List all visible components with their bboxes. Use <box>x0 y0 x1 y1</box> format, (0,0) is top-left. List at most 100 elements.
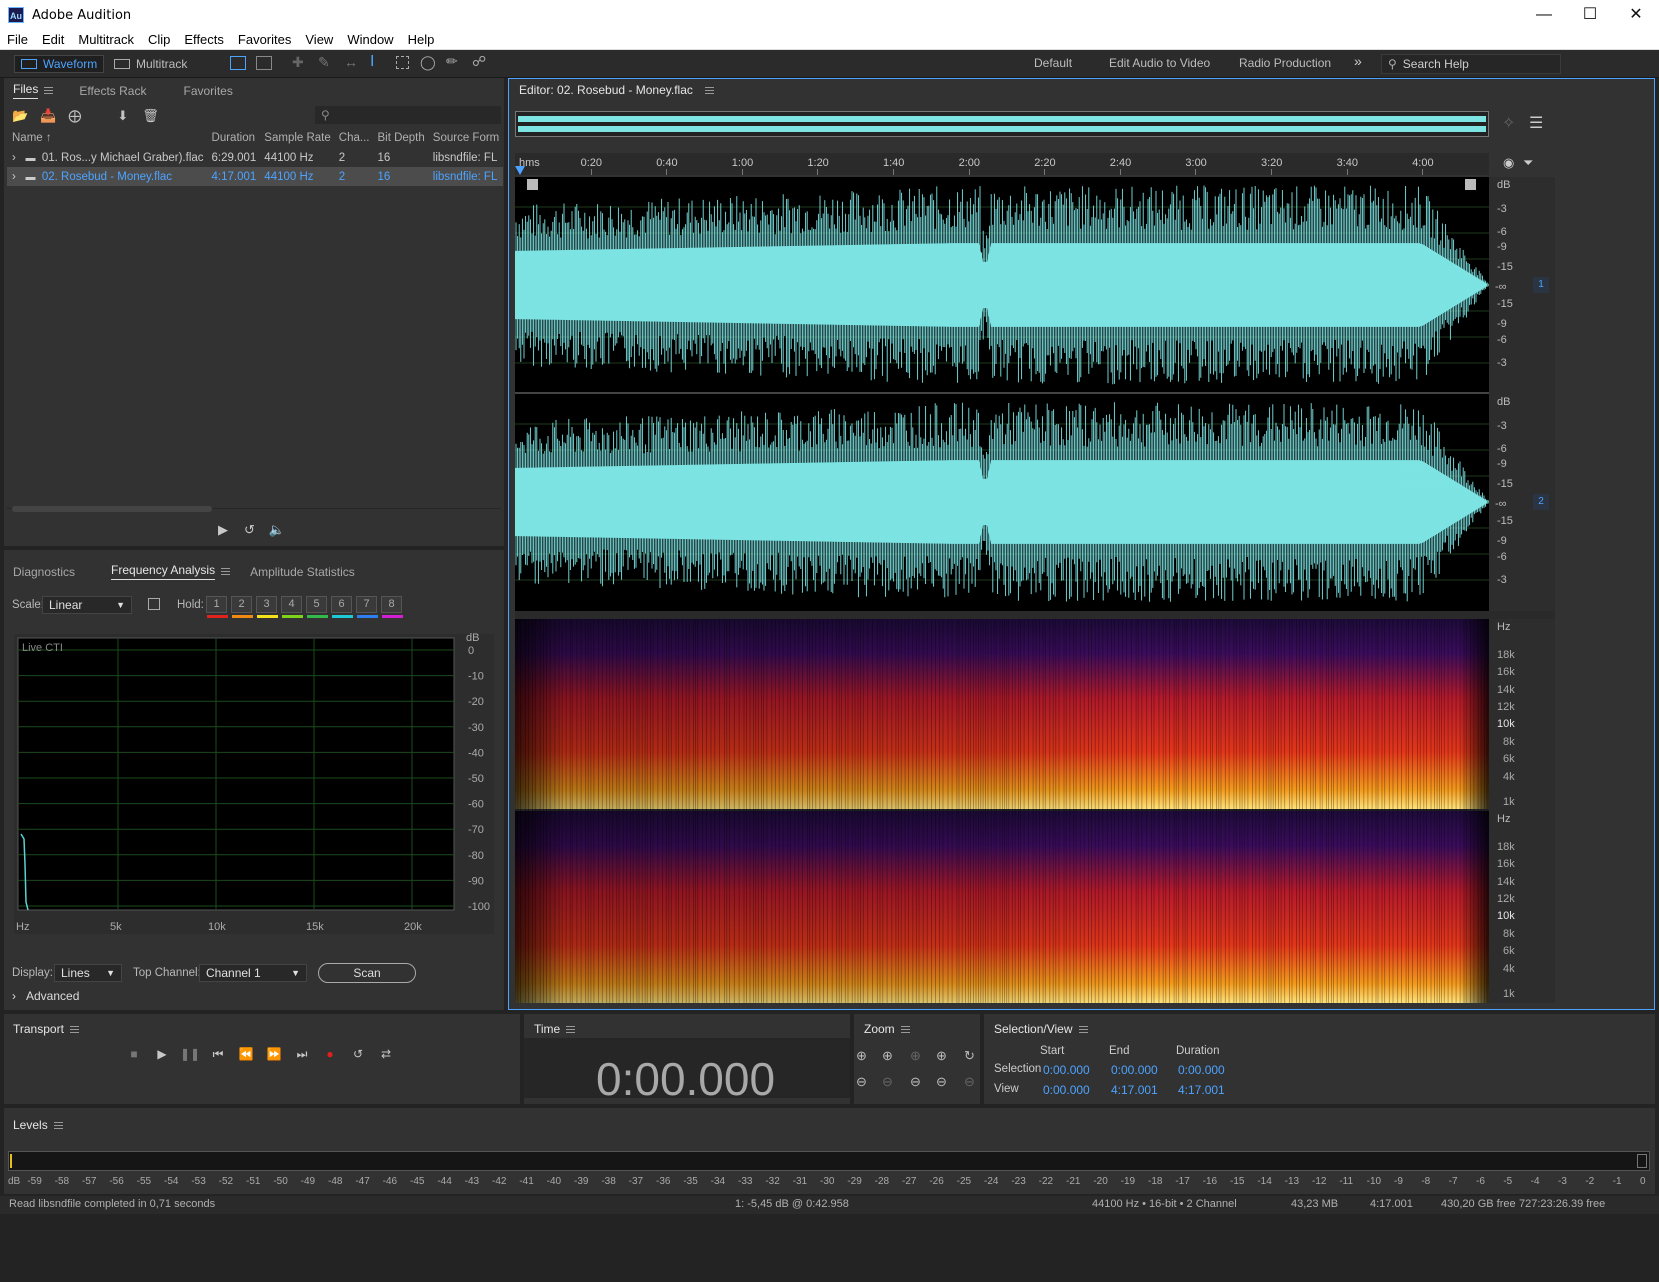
menu-help[interactable]: Help <box>401 30 442 50</box>
editor-menu-icon[interactable] <box>704 86 714 94</box>
record-icon[interactable]: ● <box>316 1044 344 1064</box>
hold-button-1[interactable]: 1 <box>206 596 228 618</box>
preview-volume-icon[interactable]: 🔈 <box>269 522 285 538</box>
skip-selection-icon[interactable]: ⇄ <box>372 1044 400 1064</box>
workspace-default[interactable]: Default <box>1034 56 1072 70</box>
hold-button-4[interactable]: 4 <box>281 596 303 618</box>
table-row[interactable]: › ▬ 02. Rosebud - Money.flac 4:17.001 44… <box>7 167 504 186</box>
spectral-freq-display-icon[interactable] <box>230 56 246 70</box>
table-row[interactable]: › ▬ 01. Ros...y Michael Graber).flac 6:2… <box>7 148 503 167</box>
col-sample-rate[interactable]: Sample Rate <box>260 128 334 148</box>
hold-button-3[interactable]: 3 <box>256 596 278 618</box>
expand-chevron-icon[interactable]: › <box>12 152 16 164</box>
files-horizontal-scrollbar[interactable] <box>12 506 212 512</box>
spectral-display[interactable] <box>515 619 1489 1003</box>
view-end[interactable]: 4:17.001 <box>1111 1083 1158 1097</box>
workspace-radio-production[interactable]: Radio Production <box>1239 56 1331 70</box>
zoom-fit-icon[interactable]: ⊖ <box>964 1074 975 1090</box>
slip-tool-icon[interactable]: ↔ <box>344 54 358 70</box>
selection-start[interactable]: 0:00.000 <box>1043 1063 1090 1077</box>
stop-icon[interactable]: ■ <box>120 1044 148 1064</box>
zoom-out-full-icon[interactable]: ⊕ <box>936 1048 947 1064</box>
import-file-icon[interactable]: 📥 <box>40 108 56 124</box>
preview-play-icon[interactable]: ▶ <box>218 522 228 538</box>
time-menu-icon[interactable] <box>566 1025 576 1033</box>
spectral-pitch-display-icon[interactable] <box>256 56 272 70</box>
fast-forward-icon[interactable]: ⏩ <box>260 1044 288 1064</box>
waveform-area[interactable] <box>515 177 1489 611</box>
menu-file[interactable]: File <box>0 30 35 50</box>
col-source-format[interactable]: Source Form <box>429 128 503 148</box>
frequency-graph[interactable]: 0 -10 -20 -30 -40 -50 -60 -70 -80 -90 -100 Hz 5k 10k… <box>14 634 494 934</box>
workspace-edit-audio-to-video[interactable]: Edit Audio to Video <box>1109 56 1210 70</box>
zoom-in-amplitude-icon[interactable]: ⊕ <box>856 1048 867 1064</box>
rewind-icon[interactable]: ⏪ <box>232 1044 260 1064</box>
new-file-icon[interactable]: ⨁ <box>68 108 81 124</box>
marquee-tool-icon[interactable] <box>396 56 409 69</box>
col-duration[interactable]: Duration <box>208 128 261 148</box>
col-channels[interactable]: Cha... <box>335 128 374 148</box>
selection-duration[interactable]: 0:00.000 <box>1178 1063 1225 1077</box>
menu-effects[interactable]: Effects <box>177 30 231 50</box>
expand-chevron-icon[interactable]: › <box>12 171 16 183</box>
brush-tool-icon[interactable]: ✏ <box>446 53 458 70</box>
tab-favorites[interactable]: Favorites <box>183 84 232 98</box>
col-bit-depth[interactable]: Bit Depth <box>373 128 428 148</box>
scan-button[interactable]: Scan <box>318 963 416 983</box>
col-name[interactable]: Name ↑ <box>7 128 208 148</box>
tab-effects-rack[interactable]: Effects Rack <box>79 84 146 98</box>
spectral-splitter[interactable] <box>515 611 1555 619</box>
time-ruler[interactable]: hms 0:20 0:40 1:00 1:20 1:40 2:00 2:20 2:40 3:00… <box>515 153 1489 175</box>
time-selection-tool-icon[interactable]: I <box>370 53 374 71</box>
zoom-in-time-icon[interactable]: ⊕ <box>882 1048 893 1064</box>
razor-tool-icon[interactable]: ✎ <box>318 54 330 71</box>
hold-button-2[interactable]: 2 <box>231 596 253 618</box>
go-to-start-icon[interactable]: ⏮ <box>204 1044 232 1064</box>
fade-out-handle-icon[interactable] <box>1465 179 1476 190</box>
levels-menu-icon[interactable] <box>53 1121 63 1129</box>
delete-icon[interactable]: 🗑 <box>142 108 159 124</box>
editor-title[interactable]: Editor: 02. Rosebud - Money.flac <box>519 83 693 97</box>
zoom-menu-icon[interactable] <box>900 1025 910 1033</box>
list-view-icon[interactable]: ☰ <box>1529 113 1543 133</box>
zoom-tool-icon[interactable]: ✧ <box>1502 113 1515 133</box>
preview-loop-icon[interactable]: ↺ <box>244 522 255 538</box>
waveform-view-button[interactable]: Waveform <box>14 55 105 73</box>
display-select[interactable]: Lines ▼ <box>54 964 122 982</box>
clip-indicator[interactable] <box>1637 1154 1647 1168</box>
open-file-icon[interactable]: 📂 <box>12 108 28 124</box>
maximize-icon[interactable]: ☐ <box>1567 0 1613 30</box>
tab-files[interactable]: Files <box>13 82 39 99</box>
insert-into-multitrack-icon[interactable]: ⬇ <box>117 108 128 124</box>
close-icon[interactable]: ✕ <box>1613 0 1659 30</box>
menu-view[interactable]: View <box>298 30 340 50</box>
lasso-tool-icon[interactable]: ◯ <box>420 54 436 71</box>
spot-healing-tool-icon[interactable]: ☍ <box>472 53 486 70</box>
zoom-to-selection-icon[interactable]: ⊕ <box>910 1048 921 1064</box>
minimize-icon[interactable]: — <box>1521 0 1567 30</box>
menu-clip[interactable]: Clip <box>141 30 177 50</box>
overview-bar[interactable] <box>515 111 1489 137</box>
tab-diagnostics[interactable]: Diagnostics <box>13 565 75 579</box>
scale-select[interactable]: Linear ▼ <box>42 596 132 614</box>
view-duration[interactable]: 4:17.001 <box>1178 1083 1225 1097</box>
hold-button-5[interactable]: 5 <box>306 596 328 618</box>
zoom-reset-icon[interactable]: ↻ <box>964 1048 975 1064</box>
fade-in-handle-icon[interactable] <box>527 179 538 190</box>
pause-icon[interactable]: ❚❚ <box>176 1044 204 1064</box>
advanced-toggle[interactable]: › Advanced <box>12 989 79 1003</box>
transport-menu-icon[interactable] <box>69 1025 79 1033</box>
play-icon[interactable]: ▶ <box>148 1044 176 1064</box>
channel-badge[interactable]: 1 <box>1533 277 1549 293</box>
hold-button-6[interactable]: 6 <box>331 596 353 618</box>
view-start[interactable]: 0:00.000 <box>1043 1083 1090 1097</box>
tab-amplitude-statistics[interactable]: Amplitude Statistics <box>250 565 355 579</box>
zoom-out-time-icon[interactable]: ⊖ <box>882 1074 893 1090</box>
hold-button-7[interactable]: 7 <box>356 596 378 618</box>
zoom-out-point-icon[interactable]: ⊖ <box>936 1074 947 1090</box>
files-panel-menu-icon[interactable] <box>44 87 54 94</box>
tab-frequency-analysis[interactable]: Frequency Analysis <box>111 563 216 580</box>
menu-favorites[interactable]: Favorites <box>231 30 298 50</box>
menu-multitrack[interactable]: Multitrack <box>71 30 141 50</box>
menu-edit[interactable]: Edit <box>35 30 71 50</box>
